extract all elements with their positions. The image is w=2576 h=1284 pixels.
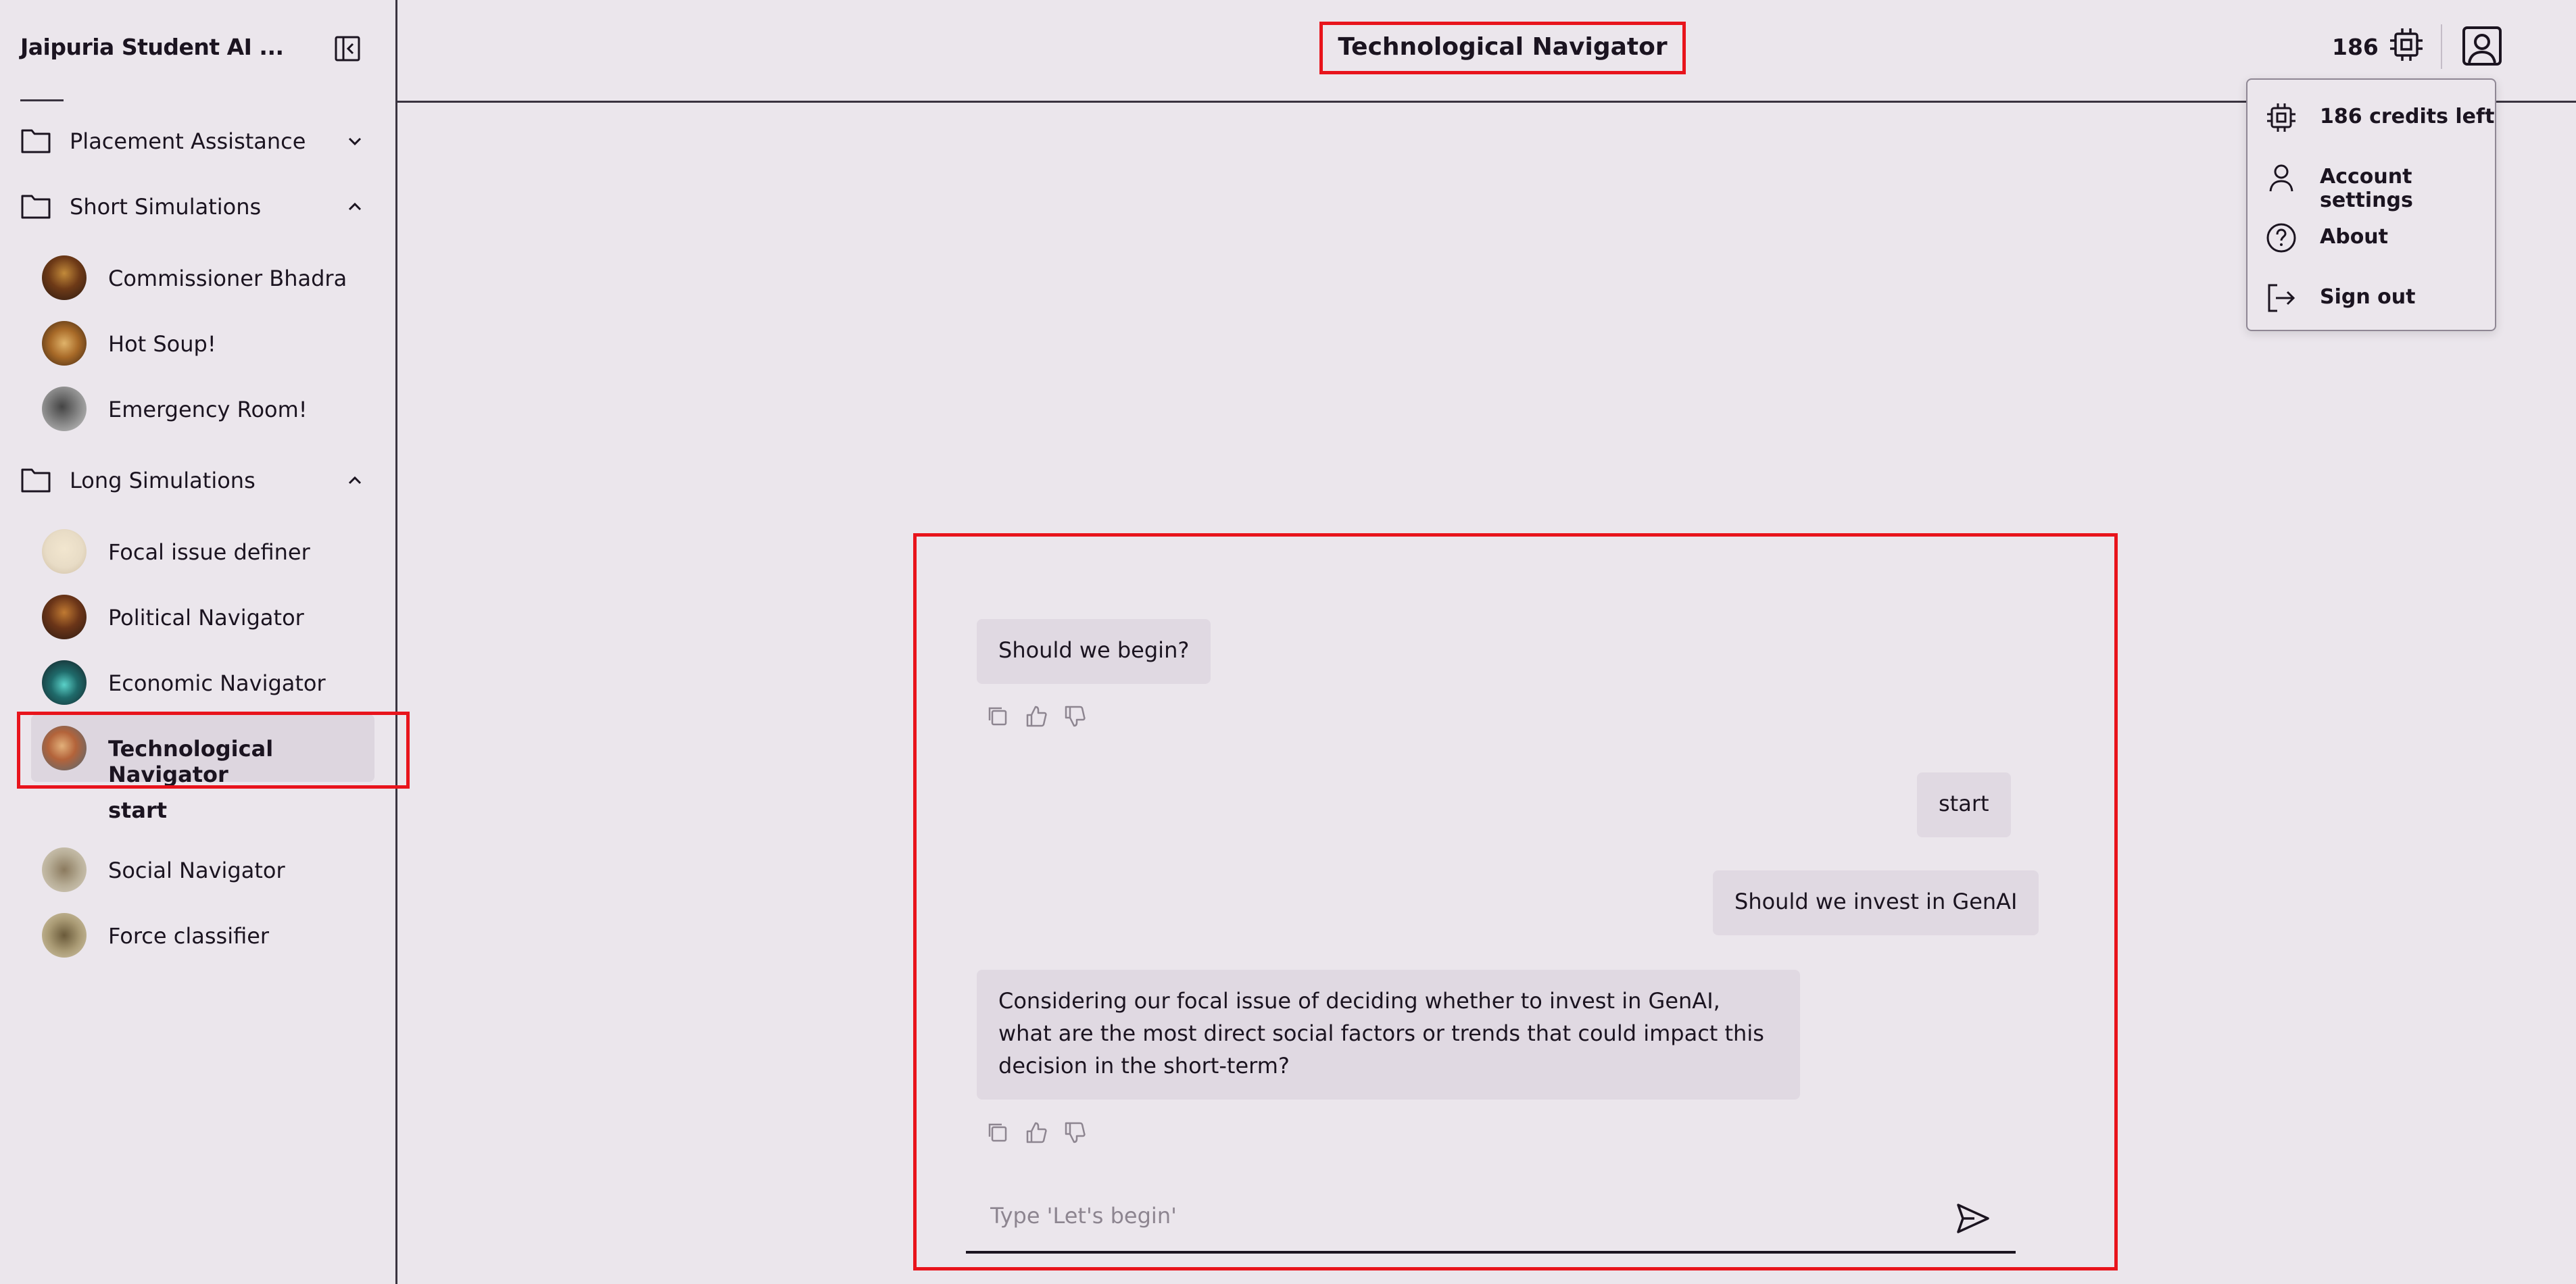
app-title: Jaipuria Student AI ... [20,34,284,60]
message-actions [985,1120,1093,1147]
user-icon [2269,164,2293,192]
sim-emergency-room[interactable]: Emergency Room! [31,375,374,443]
menu-item-label: Account settings [2320,165,2413,212]
assistant-message: Considering our focal issue of deciding … [977,970,1800,1100]
sim-economic-navigator[interactable]: Economic Navigator [31,649,374,716]
avatar [42,660,87,705]
sim-label: Social Navigator [108,858,285,883]
chat-input-bar [966,1177,2016,1254]
chevron-up-icon[interactable] [345,470,365,491]
thumbs-down-icon[interactable] [1062,703,1088,729]
message-text: Should we invest in GenAI [1734,889,2018,914]
sim-label: Force classifier [108,923,270,949]
menu-item-label: Sign out [2320,285,2416,309]
thumbs-up-icon[interactable] [1023,703,1049,729]
folder-icon [21,195,51,219]
menu-item-label: About [2320,225,2389,249]
account-button[interactable] [2461,25,2503,67]
avatar [42,847,87,892]
sidebar-collapse-icon [335,36,360,61]
sim-label: Technological Navigator [108,736,274,787]
collapse-sidebar-button[interactable] [333,34,362,64]
folder-long-simulations[interactable]: Long Simulations [20,459,372,502]
message-text: Considering our focal issue of deciding … [998,988,1764,1079]
app-root: Jaipuria Student AI ... Placement Assist… [0,0,2576,1284]
sidebar: Jaipuria Student AI ... Placement Assist… [0,0,397,1284]
thumbs-up-icon[interactable] [1023,1120,1049,1145]
menu-item-account-settings[interactable]: Account settings [2247,148,2495,212]
chevron-up-icon[interactable] [345,197,365,217]
sidebar-header: Jaipuria Student AI ... [0,0,395,101]
message-text: Should we begin? [998,637,1190,663]
send-button[interactable] [1954,1200,1992,1237]
folder-label: Long Simulations [70,468,256,493]
sim-label: Economic Navigator [108,670,326,696]
help-circle-icon [2266,223,2296,253]
avatar [42,529,87,574]
folder-short-simulations[interactable]: Short Simulations [20,185,372,228]
user-message: start [1917,772,2011,837]
folder-label: Placement Assistance [70,128,306,154]
sim-focal-issue-definer[interactable]: Focal issue definer [31,518,374,585]
folder-label: Short Simulations [70,194,262,220]
avatar [42,595,87,639]
assistant-message: Should we begin? [977,619,1211,684]
conversation-item-start[interactable]: start [108,797,167,823]
menu-item-sign-out[interactable]: Sign out [2247,268,2495,322]
sim-label: Emergency Room! [108,397,308,422]
sim-hot-soup[interactable]: Hot Soup! [31,310,374,377]
folder-icon [21,468,51,493]
account-menu: 186 credits left Account settings About [2246,78,2496,331]
avatar [42,726,87,770]
avatar [42,387,87,431]
page-title: Technological Navigator [1338,33,1668,61]
sim-political-navigator[interactable]: Political Navigator [31,583,374,651]
menu-item-about[interactable]: About [2247,208,2495,262]
sim-social-navigator[interactable]: Social Navigator [31,836,374,904]
message-text: start [1939,791,1989,816]
copy-icon[interactable] [985,1120,1011,1145]
header-separator [2441,24,2442,69]
sim-label: Focal issue definer [108,539,310,565]
chat-input[interactable] [990,1197,1923,1235]
credits-button[interactable] [2387,26,2425,64]
message-actions [985,703,1093,731]
folder-icon [21,129,51,153]
sim-force-classifier[interactable]: Force classifier [31,902,374,969]
user-square-icon [2462,26,2502,66]
sim-technological-navigator[interactable]: Technological Navigator [31,714,374,787]
chevron-down-icon[interactable] [345,131,365,151]
chip-icon [2267,103,2295,132]
sim-label: Commissioner Bhadra [108,266,347,291]
credits-count: 186 [2332,34,2379,60]
folder-placement-assistance[interactable]: Placement Assistance [20,120,372,163]
send-icon [1957,1204,1989,1233]
sidebar-divider [20,99,64,101]
chip-icon [2390,28,2423,61]
menu-item-label: 186 credits left [2320,105,2495,128]
sim-commissioner-bhadra[interactable]: Commissioner Bhadra [31,244,374,312]
avatar [42,255,87,300]
sim-label: Hot Soup! [108,331,216,357]
copy-icon[interactable] [985,703,1011,729]
menu-item-credits[interactable]: 186 credits left [2247,88,2495,142]
thumbs-down-icon[interactable] [1062,1120,1088,1145]
user-message: Should we invest in GenAI [1713,870,2039,935]
avatar [42,321,87,366]
sim-label: Political Navigator [108,605,304,631]
sign-out-icon [2268,284,2295,312]
avatar [42,913,87,958]
